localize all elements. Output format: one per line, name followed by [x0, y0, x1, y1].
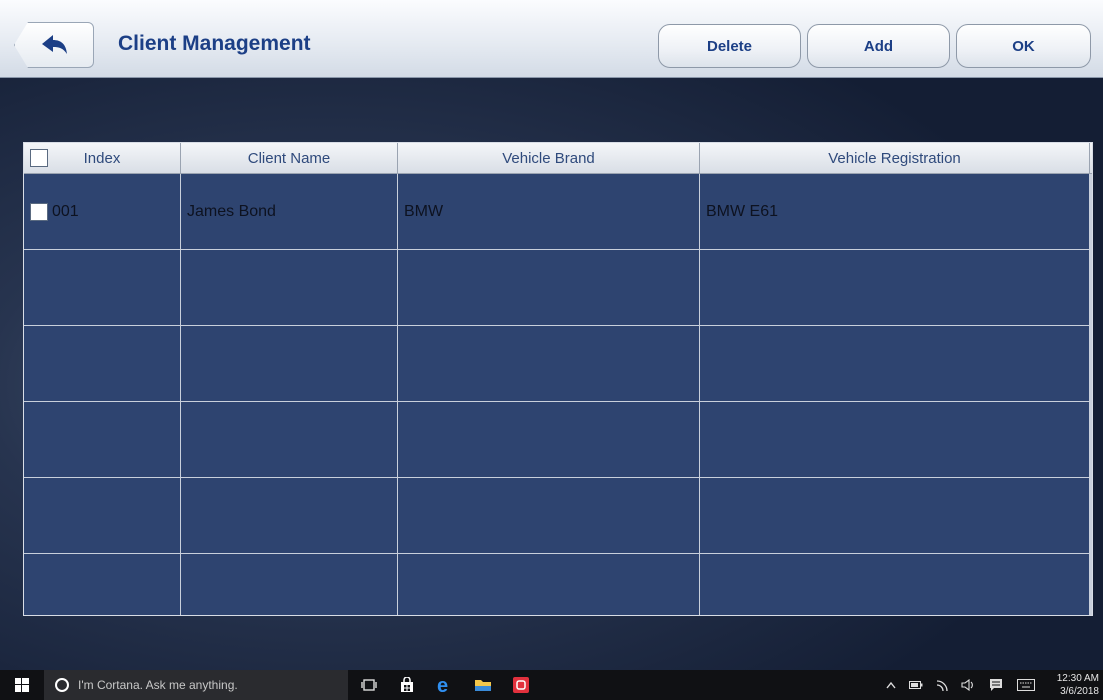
- table-row[interactable]: [24, 478, 1090, 554]
- windows-logo-icon: [15, 678, 29, 692]
- cell-index: 001: [24, 174, 181, 249]
- keyboard-icon: [1017, 679, 1035, 691]
- task-view-button[interactable]: [352, 670, 386, 700]
- table-row[interactable]: [24, 250, 1090, 326]
- cell-vehicle-registration: [700, 402, 1090, 477]
- app-launch-button[interactable]: [504, 670, 538, 700]
- cell-vehicle-registration: BMW E61: [700, 174, 1090, 249]
- back-button[interactable]: [14, 22, 94, 68]
- cell-vehicle-brand: [398, 478, 700, 553]
- speaker-icon: [961, 679, 973, 691]
- client-table: Index Client Name Vehicle Brand Vehicle …: [23, 142, 1093, 616]
- cell-vehicle-registration: [700, 326, 1090, 401]
- table-header: Index Client Name Vehicle Brand Vehicle …: [24, 143, 1092, 174]
- chevron-up-icon: [886, 681, 896, 689]
- notification-icon: [990, 679, 1002, 691]
- column-header-index: Index: [24, 143, 181, 174]
- select-all-checkbox[interactable]: [30, 149, 48, 167]
- action-center-button[interactable]: [984, 670, 1008, 700]
- system-clock[interactable]: 12:30 AM 3/6/2018: [1057, 672, 1099, 698]
- store-bag-icon: [401, 677, 413, 692]
- cell-index: [24, 402, 181, 477]
- back-arrow-icon: [42, 35, 67, 54]
- app-red-icon: [513, 677, 529, 693]
- table-row[interactable]: [24, 326, 1090, 402]
- column-header-client-name: Client Name: [181, 143, 398, 174]
- network-button[interactable]: [932, 670, 954, 700]
- cell-client-name: [181, 554, 398, 615]
- clock-time: 12:30 AM: [1056, 673, 1099, 684]
- cell-vehicle-brand: [398, 250, 700, 325]
- app-header: Client Management Delete Add OK: [0, 0, 1103, 78]
- table-row[interactable]: [24, 554, 1090, 615]
- delete-button[interactable]: Delete: [658, 24, 801, 68]
- cell-client-name: [181, 402, 398, 477]
- cell-vehicle-brand: [398, 402, 700, 477]
- cell-vehicle-registration: [700, 478, 1090, 553]
- page-title: Client Management: [118, 32, 311, 55]
- ok-button[interactable]: OK: [956, 24, 1091, 68]
- add-button[interactable]: Add: [807, 24, 950, 68]
- cell-vehicle-brand: [398, 326, 700, 401]
- taskbar: I'm Cortana. Ask me anything. e 12:30 AM…: [0, 670, 1103, 700]
- volume-button[interactable]: [957, 670, 979, 700]
- cell-vehicle-registration: [700, 554, 1090, 615]
- folder-icon: [475, 680, 491, 691]
- cell-index: [24, 250, 181, 325]
- file-explorer-button[interactable]: [466, 670, 500, 700]
- edge-browser-button[interactable]: e: [428, 670, 462, 700]
- cell-vehicle-brand: BMW: [398, 174, 700, 249]
- table-row[interactable]: [24, 402, 1090, 478]
- wifi-icon: [936, 680, 948, 691]
- svg-text:e: e: [437, 676, 448, 694]
- table-scrollbar[interactable]: [1089, 174, 1092, 615]
- cortana-placeholder: I'm Cortana. Ask me anything.: [78, 678, 238, 692]
- cortana-search-box[interactable]: I'm Cortana. Ask me anything.: [44, 670, 348, 700]
- cell-index: [24, 326, 181, 401]
- column-header-vehicle-brand: Vehicle Brand: [398, 143, 700, 174]
- cortana-circle-icon: [55, 678, 69, 692]
- cell-index: [24, 478, 181, 553]
- show-hidden-icons-button[interactable]: [880, 670, 902, 700]
- clock-date: 3/6/2018: [1060, 686, 1099, 697]
- task-view-icon: [361, 679, 377, 691]
- cell-client-name: [181, 250, 398, 325]
- edge-browser-icon: e: [437, 676, 448, 694]
- cell-vehicle-brand: [398, 554, 700, 615]
- store-app-button[interactable]: [390, 670, 424, 700]
- cell-client-name: [181, 478, 398, 553]
- row-checkbox[interactable]: [30, 202, 48, 221]
- cell-client-name: James Bond: [181, 174, 398, 249]
- cell-vehicle-registration: [700, 250, 1090, 325]
- table-row[interactable]: 001 James Bond BMW BMW E61: [24, 174, 1090, 250]
- battery-button[interactable]: [905, 670, 927, 700]
- touch-keyboard-button[interactable]: [1013, 670, 1039, 700]
- column-header-vehicle-registration: Vehicle Registration: [700, 143, 1090, 174]
- cell-client-name: [181, 326, 398, 401]
- start-button[interactable]: [0, 670, 44, 700]
- battery-icon: [909, 681, 923, 689]
- cell-index: [24, 554, 181, 615]
